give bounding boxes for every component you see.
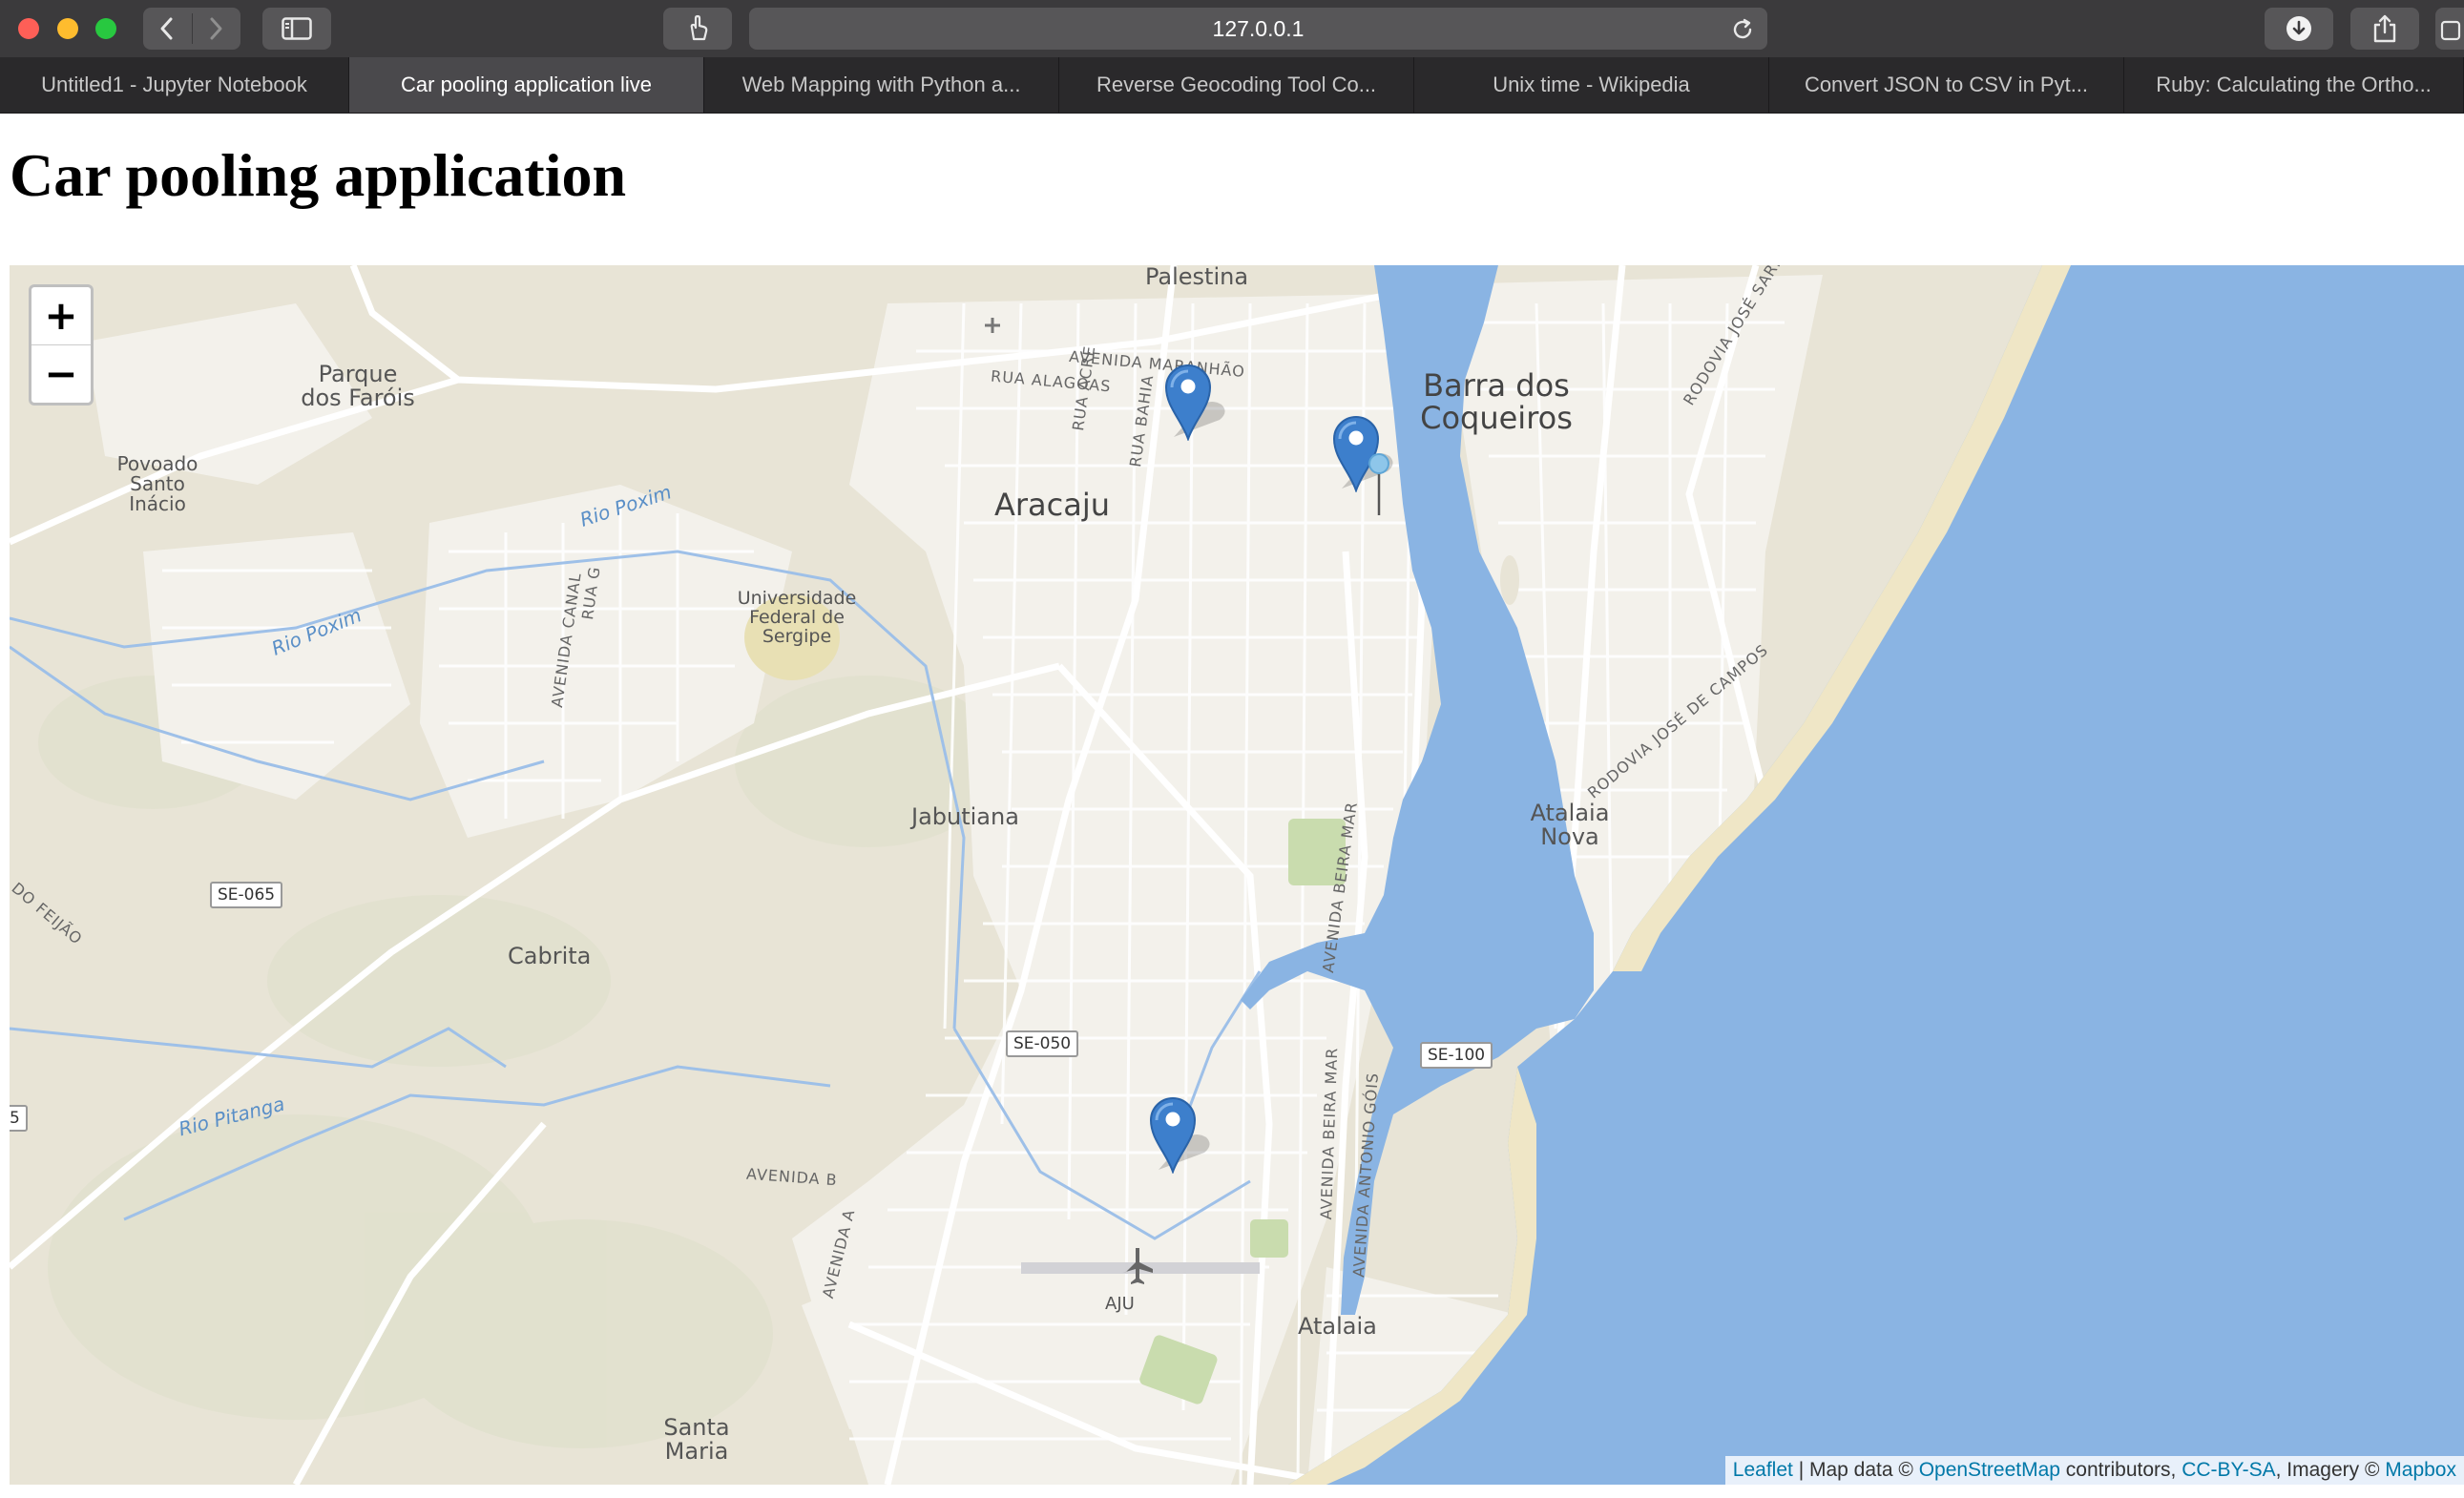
label-line: Sergipe: [762, 625, 832, 647]
openstreetmap-link[interactable]: OpenStreetMap: [1919, 1459, 2060, 1481]
label-line: Santa: [663, 1414, 730, 1441]
map-label-universidade: Universidade Federal de Sergipe: [720, 588, 873, 647]
tab-unix-time[interactable]: Unix time - Wikipedia: [1414, 57, 1769, 113]
label-line: Universidade: [737, 588, 857, 609]
show-tabs-button[interactable]: [2435, 8, 2464, 50]
attribution-text: , Imagery ©: [2275, 1459, 2386, 1481]
mapbox-link[interactable]: Mapbox: [2385, 1459, 2456, 1481]
map-tiles[interactable]: [10, 265, 2464, 1485]
tab-reverse-geocoding[interactable]: Reverse Geocoding Tool Co...: [1059, 57, 1414, 113]
url-text: 127.0.0.1: [1212, 16, 1305, 41]
map-label-cabrita: Cabrita: [508, 943, 592, 969]
tab-label: Reverse Geocoding Tool Co...: [1096, 73, 1377, 96]
chevron-right-icon: [210, 17, 222, 40]
address-bar[interactable]: 127.0.0.1: [749, 8, 1767, 50]
attribution-text: contributors,: [2059, 1459, 2182, 1481]
label-line: Coqueiros: [1420, 399, 1573, 436]
pushpin-icon: [1368, 453, 1389, 515]
sidebar-toggle-button[interactable]: [262, 8, 331, 50]
zoom-in-button[interactable]: +: [31, 287, 91, 344]
tab-label: Ruby: Calculating the Ortho...: [2156, 73, 2432, 96]
label-line: Parque: [318, 361, 398, 387]
hand-pointer-icon: [690, 14, 708, 41]
share-button[interactable]: [2350, 8, 2419, 50]
map-label-povoado-santo-inacio: Povoado Santo Inácio: [105, 454, 210, 514]
map-label-barra-dos-coqueiros: Barra dos Coqueiros: [1410, 367, 1582, 436]
sidebar-icon: [282, 17, 312, 40]
reload-icon[interactable]: [1731, 18, 1754, 41]
fullscreen-window-button[interactable]: [95, 18, 116, 39]
map-label-aracaju: Aracaju: [994, 487, 1111, 523]
road-shield-se100: SE-100: [1420, 1042, 1493, 1069]
tab-web-mapping[interactable]: Web Mapping with Python a...: [704, 57, 1059, 113]
island: [1500, 555, 1519, 605]
tab-label: Unix time - Wikipedia: [1493, 73, 1690, 96]
cc-by-sa-link[interactable]: CC-BY-SA: [2182, 1459, 2275, 1481]
tab-label: Car pooling application live: [401, 73, 652, 96]
zoom-control: + −: [29, 284, 94, 406]
leaflet-link[interactable]: Leaflet: [1733, 1459, 1793, 1481]
map-container[interactable]: Palestina Aracaju Barra dos Coqueiros Pa…: [10, 265, 2464, 1485]
tab-label: Untitled1 - Jupyter Notebook: [41, 73, 307, 96]
navigation-buttons: [143, 8, 240, 50]
label-line: Nova: [1540, 823, 1599, 851]
back-button[interactable]: [143, 8, 192, 50]
map-label-aju: AJU: [1105, 1294, 1135, 1314]
map-label-atalaia: Atalaia: [1298, 1313, 1377, 1340]
map-label-palestina: Palestina: [1145, 265, 1249, 290]
downloads-button[interactable]: [2265, 8, 2333, 50]
tab-jupyter[interactable]: Untitled1 - Jupyter Notebook: [0, 57, 349, 113]
map-attribution: Leaflet | Map data © OpenStreetMap contr…: [1724, 1456, 2464, 1485]
label-line: Inácio: [129, 492, 186, 515]
tab-json-csv[interactable]: Convert JSON to CSV in Pyt...: [1769, 57, 2124, 113]
attribution-text: | Map data ©: [1792, 1459, 1919, 1481]
forward-button[interactable]: [192, 8, 240, 50]
map-marker-pin-icon[interactable]: [1149, 1095, 1197, 1174]
browser-toolbar: 127.0.0.1: [0, 0, 2464, 57]
label-line: Povoado: [116, 452, 198, 475]
map-marker-pin-icon[interactable]: [1164, 363, 1212, 441]
road-shield-se065: SE-065: [210, 882, 283, 908]
chevron-left-icon: [160, 17, 173, 40]
tabs-icon: [2440, 20, 2461, 41]
accessibility-button[interactable]: [663, 8, 732, 50]
minimize-window-button[interactable]: [57, 18, 78, 39]
map-label-atalaia-nova: Atalaia Nova: [1527, 801, 1613, 849]
label-line: Barra dos: [1423, 367, 1570, 404]
share-icon: [2373, 14, 2396, 43]
label-line: Federal de: [749, 606, 845, 628]
tab-label: Web Mapping with Python a...: [741, 73, 1021, 96]
label-line: Maria: [664, 1438, 729, 1466]
zoom-out-button[interactable]: −: [31, 344, 91, 403]
tab-ruby[interactable]: Ruby: Calculating the Ortho...: [2124, 57, 2464, 113]
map-label-parque-dos-farois: Parque dos Faróis: [296, 361, 420, 412]
label-line: Santo: [130, 472, 185, 495]
label-line: Atalaia: [1530, 800, 1610, 826]
label-line: dos Faróis: [301, 385, 415, 412]
road-shield-edge: 5: [10, 1105, 28, 1132]
map-label-jabutiana: Jabutiana: [911, 803, 1019, 830]
tab-car-pooling[interactable]: Car pooling application live: [349, 57, 704, 113]
page-title: Car pooling application: [10, 141, 627, 209]
road-shield-se050: SE-050: [1006, 1030, 1079, 1057]
close-window-button[interactable]: [18, 18, 39, 39]
tab-bar: Untitled1 - Jupyter Notebook Car pooling…: [0, 57, 2464, 114]
tab-label: Convert JSON to CSV in Pyt...: [1804, 73, 2089, 96]
download-icon: [2287, 16, 2311, 41]
map-label-santa-maria: Santa Maria: [658, 1414, 735, 1466]
